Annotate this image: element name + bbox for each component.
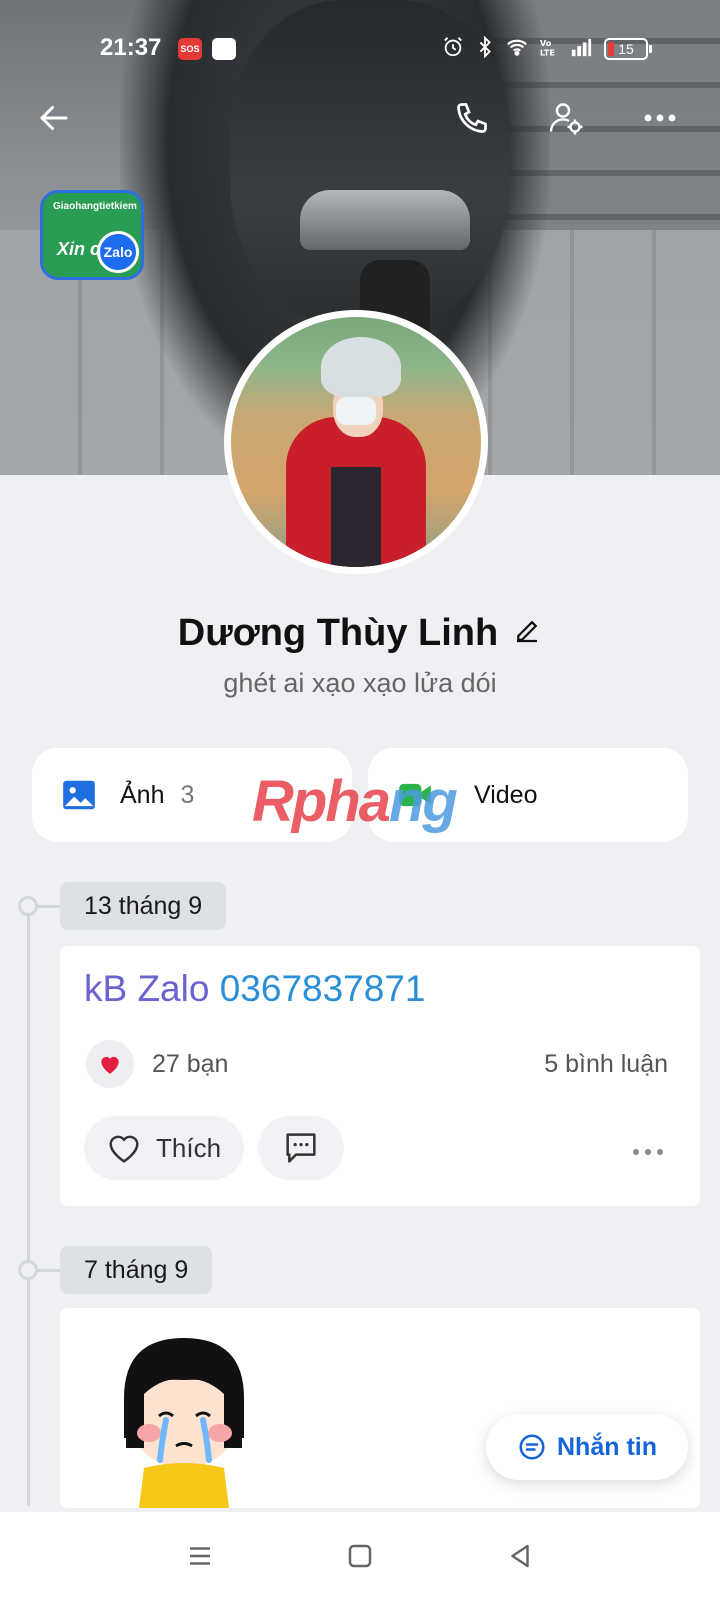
chat-bubble-icon — [519, 1434, 545, 1460]
timeline-dot — [18, 896, 38, 916]
comment-icon — [286, 1133, 316, 1163]
timeline-line — [27, 906, 30, 1506]
avatar-shirt — [331, 467, 381, 567]
battery-indicator: 15 — [604, 38, 652, 60]
notification-icon — [212, 38, 236, 60]
home-icon[interactable] — [345, 1541, 375, 1571]
back-arrow-icon — [40, 106, 68, 130]
heart-icon — [101, 1056, 119, 1074]
zalo-logo: Zalo — [97, 231, 139, 273]
post-card[interactable]: kB Zalo 0367837871 27 bạn 5 bình luận Th… — [60, 946, 700, 1206]
more-icon — [644, 114, 676, 122]
system-navigation-bar — [0, 1512, 720, 1600]
heart-outline-icon — [109, 1135, 139, 1163]
timeline-connector — [36, 905, 60, 908]
profile-settings-button[interactable] — [544, 96, 588, 140]
post-more-button[interactable] — [630, 1138, 666, 1164]
videos-label: Video — [474, 780, 538, 809]
timeline-connector — [36, 1269, 60, 1272]
bluetooth-icon — [479, 36, 491, 58]
message-button[interactable]: Nhắn tin — [486, 1414, 688, 1480]
post-text: kB Zalo 0367837871 — [84, 968, 426, 1010]
status-time: 21:37 — [100, 34, 162, 61]
alarm-icon — [444, 37, 462, 57]
avatar-mask — [336, 397, 376, 425]
pencil-icon — [517, 620, 538, 643]
date-label: 13 tháng 9 — [60, 882, 227, 930]
reaction-count[interactable]: 27 bạn — [152, 1050, 228, 1079]
wifi-icon — [507, 39, 527, 56]
status-icons: Vo LTE — [442, 36, 592, 58]
timeline-dot — [18, 1260, 38, 1280]
image-icon — [63, 780, 95, 810]
watermark-logo: Rphang — [252, 768, 458, 835]
photos-count: 3 — [180, 780, 195, 809]
back-icon[interactable] — [505, 1541, 535, 1571]
watermark-part-2: ng — [389, 769, 458, 834]
call-button[interactable] — [450, 96, 494, 140]
more-options-button[interactable] — [638, 96, 682, 140]
profile-status: ghét ai xạo xạo lửa dói — [223, 668, 497, 698]
comment-button[interactable] — [258, 1116, 344, 1180]
profile-name: Dương Thùy Linh — [177, 612, 499, 654]
like-button[interactable]: Thích — [84, 1116, 244, 1180]
reaction-summary[interactable] — [86, 1040, 134, 1088]
recent-apps-icon[interactable] — [185, 1541, 215, 1571]
edit-name-button[interactable] — [512, 616, 542, 651]
watermark-part-1: Rpha — [252, 769, 391, 834]
avatar-photo — [231, 317, 481, 567]
back-button[interactable] — [32, 96, 76, 140]
date-label: 7 tháng 9 — [60, 1246, 213, 1294]
comment-count[interactable]: 5 bình luận — [544, 1050, 668, 1079]
signal-icon — [571, 38, 592, 57]
cover-badge: Giaohangtietkiem Xin chào Zalo — [40, 190, 144, 280]
sos-icon: SOS — [178, 38, 202, 60]
crying-girl-sticker — [124, 1338, 244, 1508]
photos-label: Ảnh — [120, 780, 165, 809]
post-text-prefix: kB Zalo — [84, 968, 220, 1009]
avatar[interactable] — [224, 310, 488, 574]
cover-headlight — [300, 190, 470, 250]
profile-name-row: Dương Thùy Linh — [0, 612, 720, 655]
status-bar: 21:37 SOS Vo LTE 15 — [0, 30, 720, 66]
avatar-helmet — [321, 337, 401, 397]
more-horizontal-icon — [633, 1149, 663, 1155]
phone-icon — [457, 103, 487, 133]
post-phone-link[interactable]: 0367837871 — [220, 968, 426, 1009]
like-label: Thích — [156, 1132, 222, 1163]
svg-text:LTE: LTE — [540, 47, 556, 57]
user-settings-icon — [549, 103, 583, 135]
badge-text-top: Giaohangtietkiem — [53, 201, 137, 212]
volte-icon: VoLTE — [540, 38, 556, 57]
message-button-label: Nhắn tin — [557, 1432, 657, 1461]
